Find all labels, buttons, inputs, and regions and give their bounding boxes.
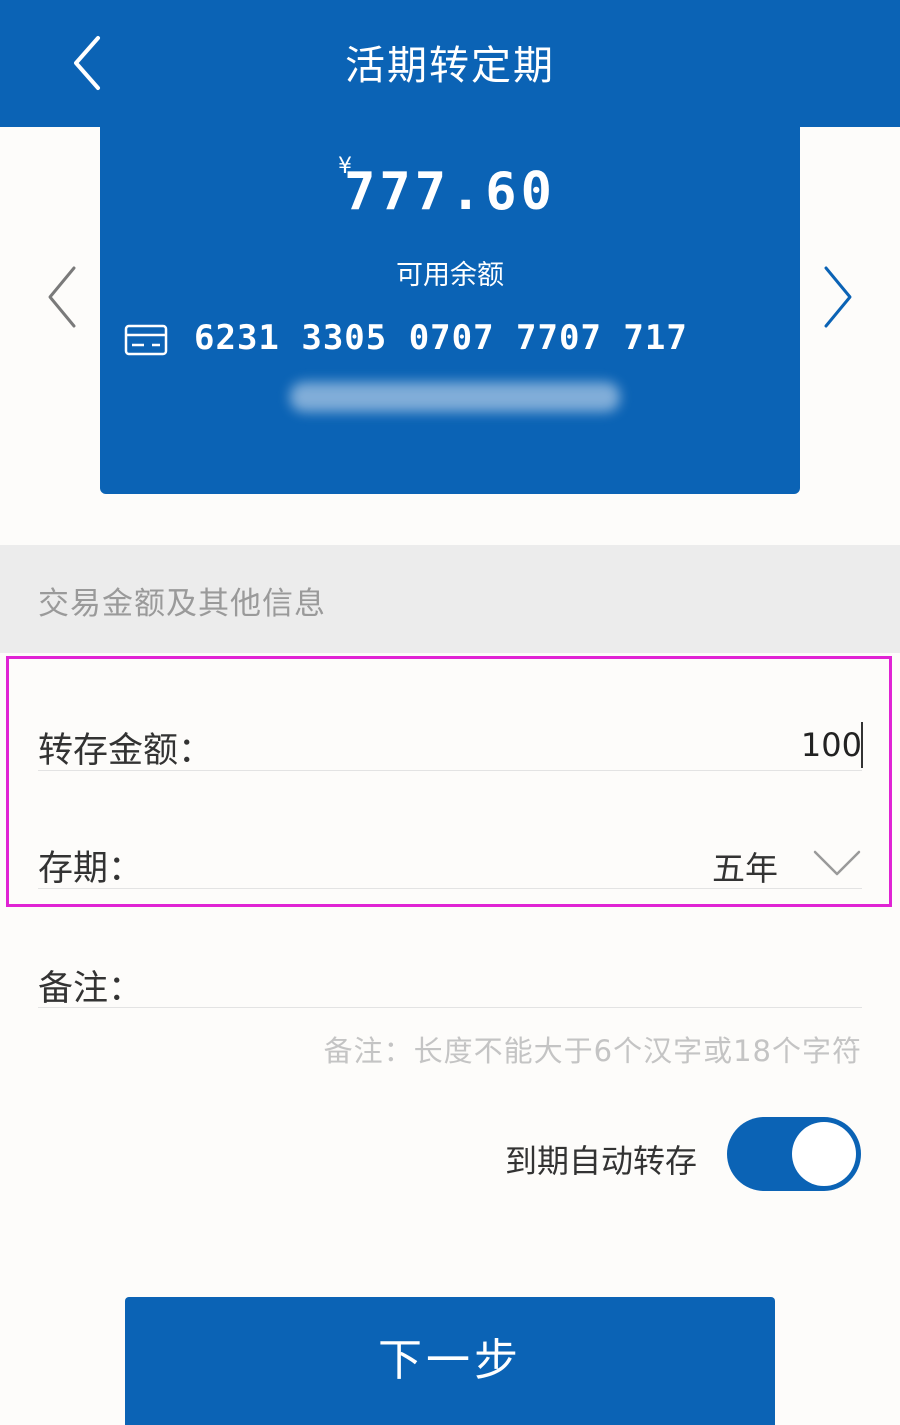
page-title: 活期转定期 [345,43,555,89]
account-card[interactable]: ¥ 777.60 可用余额 6231 3305 0707 7707 717 [100,120,800,494]
amount-label: 转存金额： [38,731,214,771]
app-header: 活期转定期 [0,0,900,127]
remark-input[interactable] [38,1007,862,1008]
bank-card-icon [124,324,168,356]
next-step-button[interactable]: 下一步 [125,1297,775,1425]
term-underline [38,888,862,889]
chevron-left-icon [48,266,76,328]
amount-underline [38,770,862,771]
available-balance: 777.60 [344,162,556,222]
section-header: 交易金额及其他信息 [0,545,900,653]
next-card-button[interactable] [818,262,858,332]
text-cursor [861,722,863,768]
section-title: 交易金额及其他信息 [38,586,326,622]
remark-hint: 备注：长度不能大于6个汉字或18个字符 [323,1034,862,1068]
chevron-down-icon[interactable] [812,848,862,878]
card-number: 6231 3305 0707 7707 717 [194,318,688,358]
remark-label: 备注： [38,969,144,1009]
blurred-account-name [290,382,620,412]
chevron-right-icon [824,266,852,328]
previous-card-button[interactable] [42,262,82,332]
term-label: 存期： [38,849,144,889]
balance-label: 可用余额 [396,260,504,291]
toggle-knob [792,1122,856,1186]
term-select[interactable]: 五年 [712,842,778,890]
auto-renew-label: 到期自动转存 [505,1142,698,1180]
amount-input[interactable]: 100 [801,726,862,764]
auto-renew-toggle[interactable] [727,1117,861,1191]
